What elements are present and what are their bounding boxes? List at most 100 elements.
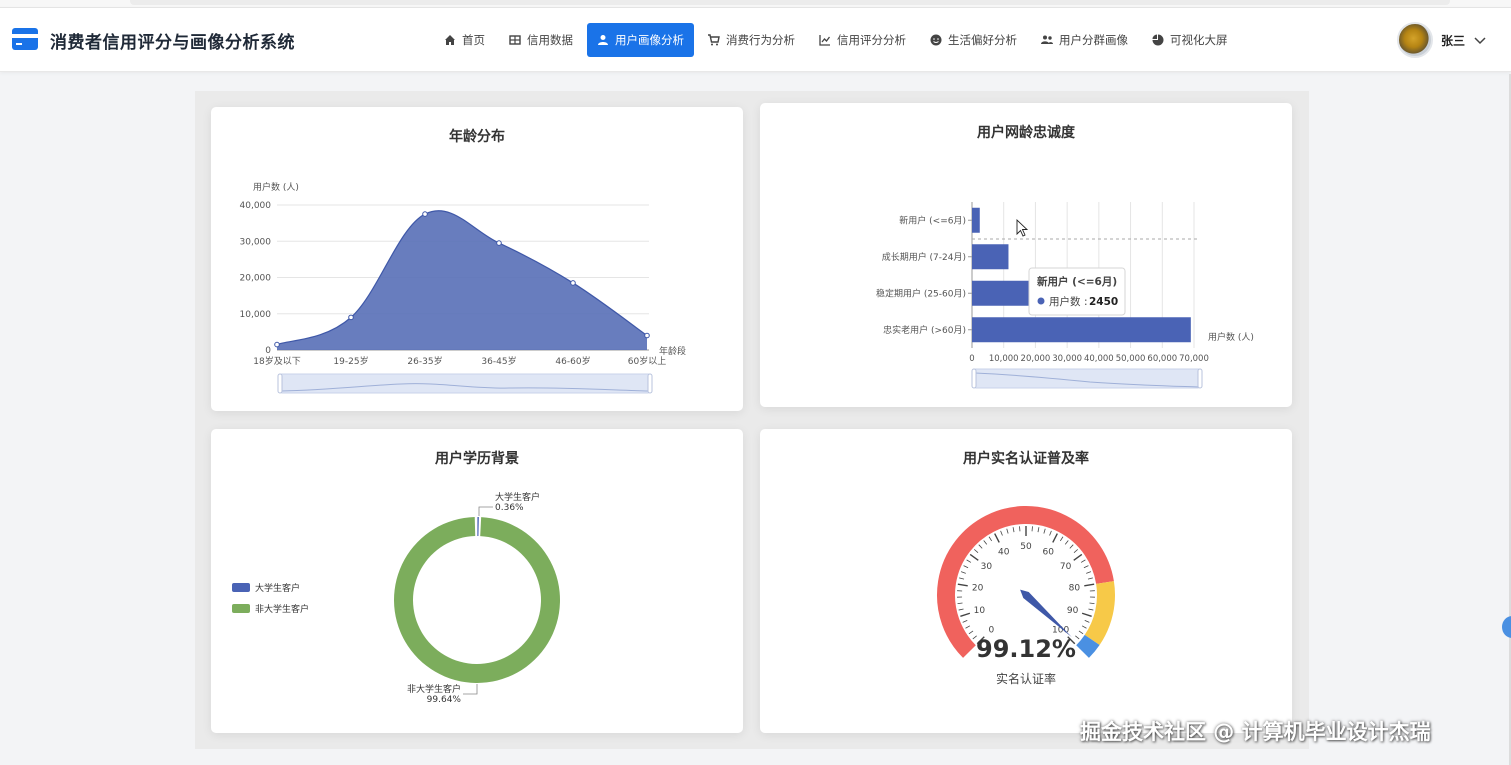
zoom-slider[interactable] — [973, 368, 1201, 389]
cart-icon — [708, 34, 720, 46]
floating-action-button[interactable] — [1502, 616, 1511, 638]
main-nav: 首页 信用数据 用户画像分析 消费行为分析 信用评分分析 生活偏好分析 用户分群画像 可视化大… — [434, 23, 1238, 57]
bar[interactable] — [972, 207, 980, 233]
gauge-tick — [960, 571, 966, 574]
gauge-tick — [983, 540, 988, 545]
gauge-tick — [1081, 625, 1087, 629]
data-point — [274, 341, 280, 348]
bar[interactable] — [972, 244, 1009, 270]
x-tick-label: 18岁及以下 — [253, 355, 300, 367]
chevron-down-icon[interactable] — [1473, 33, 1487, 47]
legend-label: 非大学生客户 — [255, 603, 309, 615]
gauge-tick — [1043, 528, 1046, 534]
gauge-value: 99.12% — [976, 635, 1076, 663]
user-name: 张三 — [1441, 33, 1466, 48]
bar[interactable] — [972, 280, 1030, 306]
y-tick-label: 10,000 — [240, 310, 272, 320]
nav-item-label: 用户画像分析 — [615, 33, 684, 47]
zoom-slider[interactable] — [279, 373, 651, 394]
tooltip-value: 2450 — [1089, 296, 1118, 308]
gauge-tick-label: 60 — [1043, 547, 1055, 557]
nav-item-2[interactable]: 用户画像分析 — [587, 23, 694, 57]
bar[interactable] — [972, 317, 1191, 343]
donut-slice[interactable] — [393, 517, 560, 683]
browser-top-strip — [0, 0, 1511, 8]
y-tick-label: 成长期用户 (7-24月) — [882, 251, 966, 263]
gauge-tick-label: 50 — [1020, 542, 1032, 552]
gauge-tick — [1037, 527, 1040, 533]
avatar[interactable] — [1397, 22, 1433, 58]
tooltip-series-name: 用户数 — [1049, 295, 1081, 308]
nav-item-1[interactable]: 信用数据 — [499, 23, 583, 57]
x-tick-label: 30,000 — [1052, 354, 1082, 364]
watermark: 掘金技术社区 @ 计算机毕业设计杰瑞 — [1080, 720, 1431, 744]
data-point — [422, 211, 428, 217]
loyalty-bar-chart: 0 10,000 20,000 30,000 40,000 50,000 60,000 70,… — [876, 202, 1254, 389]
nav-item-label: 生活偏好分析 — [948, 33, 1017, 47]
donut-slice[interactable] — [477, 517, 479, 537]
y-tick-label: 30,000 — [240, 237, 272, 247]
gauge-tick — [960, 612, 971, 617]
x-tick-label: 70,000 — [1179, 354, 1209, 364]
gauge-tick-label: 70 — [1060, 562, 1072, 572]
data-point — [570, 280, 576, 286]
gauge-tick — [1000, 530, 1003, 536]
gauge-tick — [973, 549, 979, 553]
zoom-handle-right[interactable] — [1197, 368, 1203, 389]
nav-item-5[interactable]: 生活偏好分析 — [920, 23, 1027, 57]
browser-address-bar[interactable] — [130, 0, 1450, 5]
gauge-tick-label: 10 — [974, 606, 986, 616]
pie-icon — [1152, 34, 1164, 46]
gauge-tick — [1073, 553, 1083, 561]
nav-item-label: 信用评分分析 — [837, 33, 906, 47]
gauge-tick — [963, 565, 969, 569]
y-tick-label: 新用户 (<=6月) — [899, 214, 966, 226]
gauge-tick — [1087, 577, 1093, 580]
gauge-tick — [1081, 612, 1092, 617]
gauge-tick-label: 40 — [998, 547, 1010, 557]
nav-item-3[interactable]: 消费行为分析 — [698, 23, 805, 57]
gauge-tick — [994, 533, 1000, 543]
gauge-tick-label: 20 — [972, 583, 984, 593]
zoom-handle-left[interactable] — [971, 368, 977, 389]
x-axis-label: 年龄段 — [659, 345, 686, 357]
nav-item-label: 信用数据 — [527, 33, 573, 47]
gauge-tick — [988, 536, 993, 542]
zoom-handle-right[interactable] — [647, 373, 653, 394]
gauge-tick — [958, 608, 964, 611]
user-menu[interactable]: 张三 — [1397, 22, 1487, 58]
gauge-tick-label: 30 — [981, 562, 993, 572]
gauge-tick — [957, 583, 968, 587]
y-tick-label: 20,000 — [240, 274, 272, 284]
slice-label-name: 大学生客户 — [495, 491, 540, 503]
slice-label-name: 非大学生客户 — [407, 683, 461, 695]
mouse-cursor-icon — [1016, 218, 1029, 237]
nav-item-7[interactable]: 可视化大屏 — [1142, 23, 1238, 57]
x-tick-label: 46-60岁 — [555, 355, 590, 367]
x-tick-label: 36-45岁 — [481, 355, 516, 367]
loyalty-card: 用户网龄忠诚度 0 10,000 20,000 30,000 40,000 50,000 6… — [760, 103, 1292, 407]
gauge-tick — [1012, 527, 1015, 533]
gauge-tick — [1049, 530, 1052, 536]
gauge-band-yellow — [1084, 581, 1115, 646]
gauge-label: 实名认证率 — [996, 671, 1056, 686]
legend-swatch[interactable] — [232, 583, 250, 592]
data-point — [348, 314, 354, 321]
gauge-tick — [962, 620, 968, 623]
smile-icon — [930, 34, 942, 46]
leader-line — [478, 506, 493, 516]
zoom-handle-left[interactable] — [277, 373, 283, 394]
x-tick-label: 60,000 — [1147, 354, 1177, 364]
gauge-tick — [1083, 565, 1089, 569]
gauge-tick — [1064, 540, 1069, 545]
legend-swatch[interactable] — [232, 604, 250, 613]
nav-item-4[interactable]: 信用评分分析 — [809, 23, 916, 57]
nav-item-6[interactable]: 用户分群画像 — [1031, 23, 1138, 57]
nav-item-0[interactable]: 首页 — [434, 23, 495, 57]
gauge-tick — [968, 630, 974, 635]
education-card: 用户学历背景 大学生客户 0.36% 非大学生客户 99.64% 大学生客户 非大学生客户 — [211, 429, 743, 733]
nav-item-label: 可视化大屏 — [1170, 33, 1228, 47]
x-tick-label: 60岁以上 — [628, 355, 666, 367]
gauge-tick — [965, 625, 971, 629]
gauge-tick — [1078, 630, 1084, 635]
